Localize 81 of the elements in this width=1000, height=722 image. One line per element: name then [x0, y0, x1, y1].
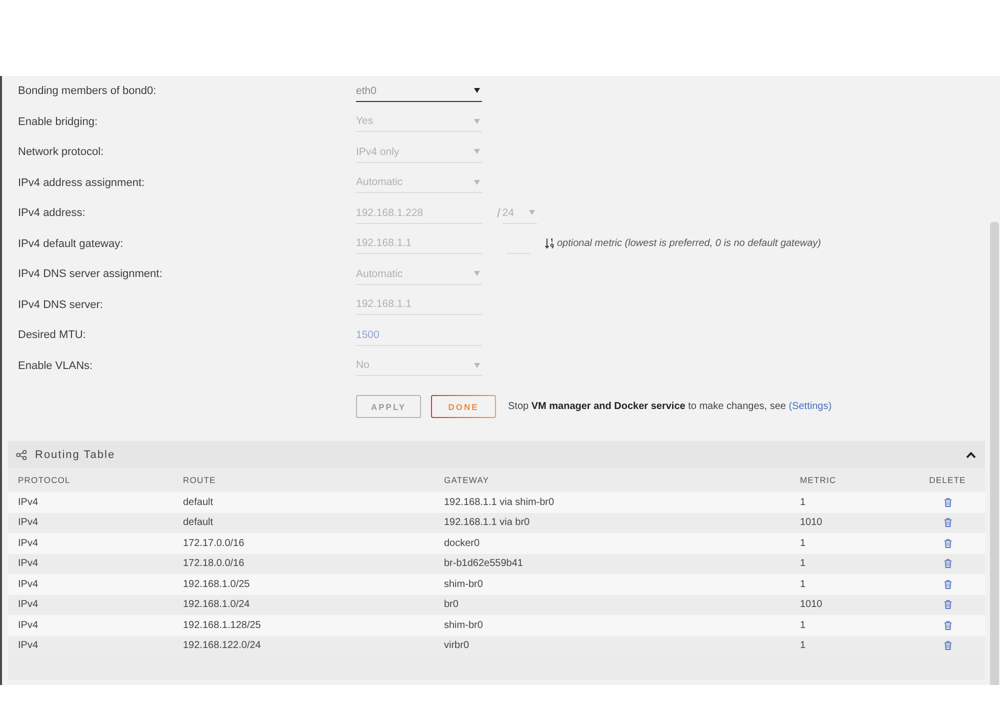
table-cell-text: 1010 [799, 599, 824, 610]
column-header: ROUTE [182, 475, 217, 485]
table-cell-text: 192.168.1.1 via shim-br0 [443, 496, 556, 508]
table-cell-text: IPv4 [17, 599, 40, 610]
table-cell-text: default [182, 517, 214, 528]
table-cell-text: IPv4 [17, 496, 40, 508]
column-header: METRIC [799, 475, 838, 485]
table-cell-text: 1 [799, 558, 807, 570]
table-cell-text: default [182, 496, 214, 508]
table-cell-text: 1 [799, 620, 807, 631]
trash-icon [944, 559, 952, 568]
trash-icon [944, 620, 952, 630]
field-label: Bonding members of bond0: [18, 85, 158, 98]
table-cell-text: 1010 [799, 517, 824, 528]
trash-icon [944, 641, 952, 650]
table-title: Routing Table [35, 448, 116, 460]
field-label: Enable bridging: [18, 116, 99, 128]
delete-button[interactable] [944, 518, 952, 528]
hint-text: optional metric (lowest is preferred, 0 is no default gateway) [557, 238, 822, 250]
caret-icon [474, 180, 480, 185]
field-label: IPv4 address: [18, 207, 86, 220]
table-cell-text: 1 [799, 538, 807, 549]
field-label: IPv4 default gateway: [18, 238, 124, 250]
delete-button[interactable] [944, 559, 952, 568]
select-field[interactable]: eth0 [356, 80, 482, 102]
field-label: Desired MTU: [18, 329, 87, 342]
field-label: IPv4 DNS server assignment: [18, 268, 164, 280]
table-cell-text: virbr0 [443, 640, 470, 652]
caret-icon [474, 88, 480, 94]
delete-button[interactable] [944, 600, 952, 610]
field-label: Network protocol: [18, 146, 105, 158]
caret-icon [474, 149, 480, 154]
delete-button[interactable] [944, 580, 952, 589]
delete-button[interactable] [944, 498, 952, 507]
caret-icon [529, 210, 536, 216]
table-cell-text: IPv4 [17, 517, 40, 528]
chevron-up-icon[interactable] [966, 450, 976, 458]
delete-button[interactable] [944, 620, 952, 630]
column-header: PROTOCOL [17, 475, 72, 485]
table-cell-text: IPv4 [17, 558, 40, 570]
caret-icon [474, 362, 480, 368]
table-cell-text: IPv4 [17, 620, 40, 631]
table-cell-text: br0 [443, 599, 460, 610]
trash-icon [944, 518, 952, 528]
table-cell-text: 1 [799, 578, 807, 590]
caret-icon [474, 271, 480, 276]
table-cell-text: IPv4 [17, 538, 40, 549]
scrollbar[interactable] [990, 222, 999, 685]
table-cell-text: IPv4 [17, 578, 40, 590]
table-cell-text: shim-br0 [443, 620, 484, 631]
column-header: DELETE [929, 475, 966, 485]
share-icon [16, 450, 27, 460]
trash-icon [944, 498, 952, 507]
field-label: Enable VLANs: [18, 360, 94, 372]
table-cell-text: 192.168.1.0/24 [182, 599, 251, 610]
prefix-separator: / [497, 206, 500, 220]
table-cell-text: 192.168.122.0/24 [182, 640, 262, 652]
caret-icon [474, 118, 480, 124]
field-label: IPv4 address assignment: [18, 176, 146, 189]
table-cell-text: br-b1d62e559b41 [443, 558, 524, 570]
notice-text: Stop VM manager and Docker service to make changes, see (Settings) [508, 401, 832, 412]
trash-icon [944, 580, 952, 589]
table-cell-text: docker0 [443, 538, 481, 549]
trash-icon [944, 538, 952, 548]
field-label: IPv4 DNS server: [18, 298, 104, 311]
table-cell-text: 192.168.1.1 via br0 [443, 517, 531, 528]
table-cell-text: 1 [799, 640, 807, 652]
table-cell-text: shim-br0 [443, 578, 484, 590]
delete-button[interactable] [944, 538, 952, 548]
table-cell-text: IPv4 [17, 640, 40, 652]
table-cell-text: 192.168.1.128/25 [182, 620, 262, 631]
settings-link[interactable]: (Settings) [788, 401, 832, 412]
table-cell-text: 1 [799, 496, 807, 508]
table-cell-text: 172.17.0.0/16 [182, 538, 246, 549]
done-button[interactable]: DONE [431, 395, 496, 418]
column-header: GATEWAY [443, 475, 490, 485]
table-cell-text: 172.18.0.0/16 [182, 558, 246, 570]
sort-icon [545, 238, 554, 250]
delete-button[interactable] [944, 641, 952, 650]
trash-icon [944, 600, 952, 610]
table-cell-text: 192.168.1.0/25 [182, 578, 251, 590]
